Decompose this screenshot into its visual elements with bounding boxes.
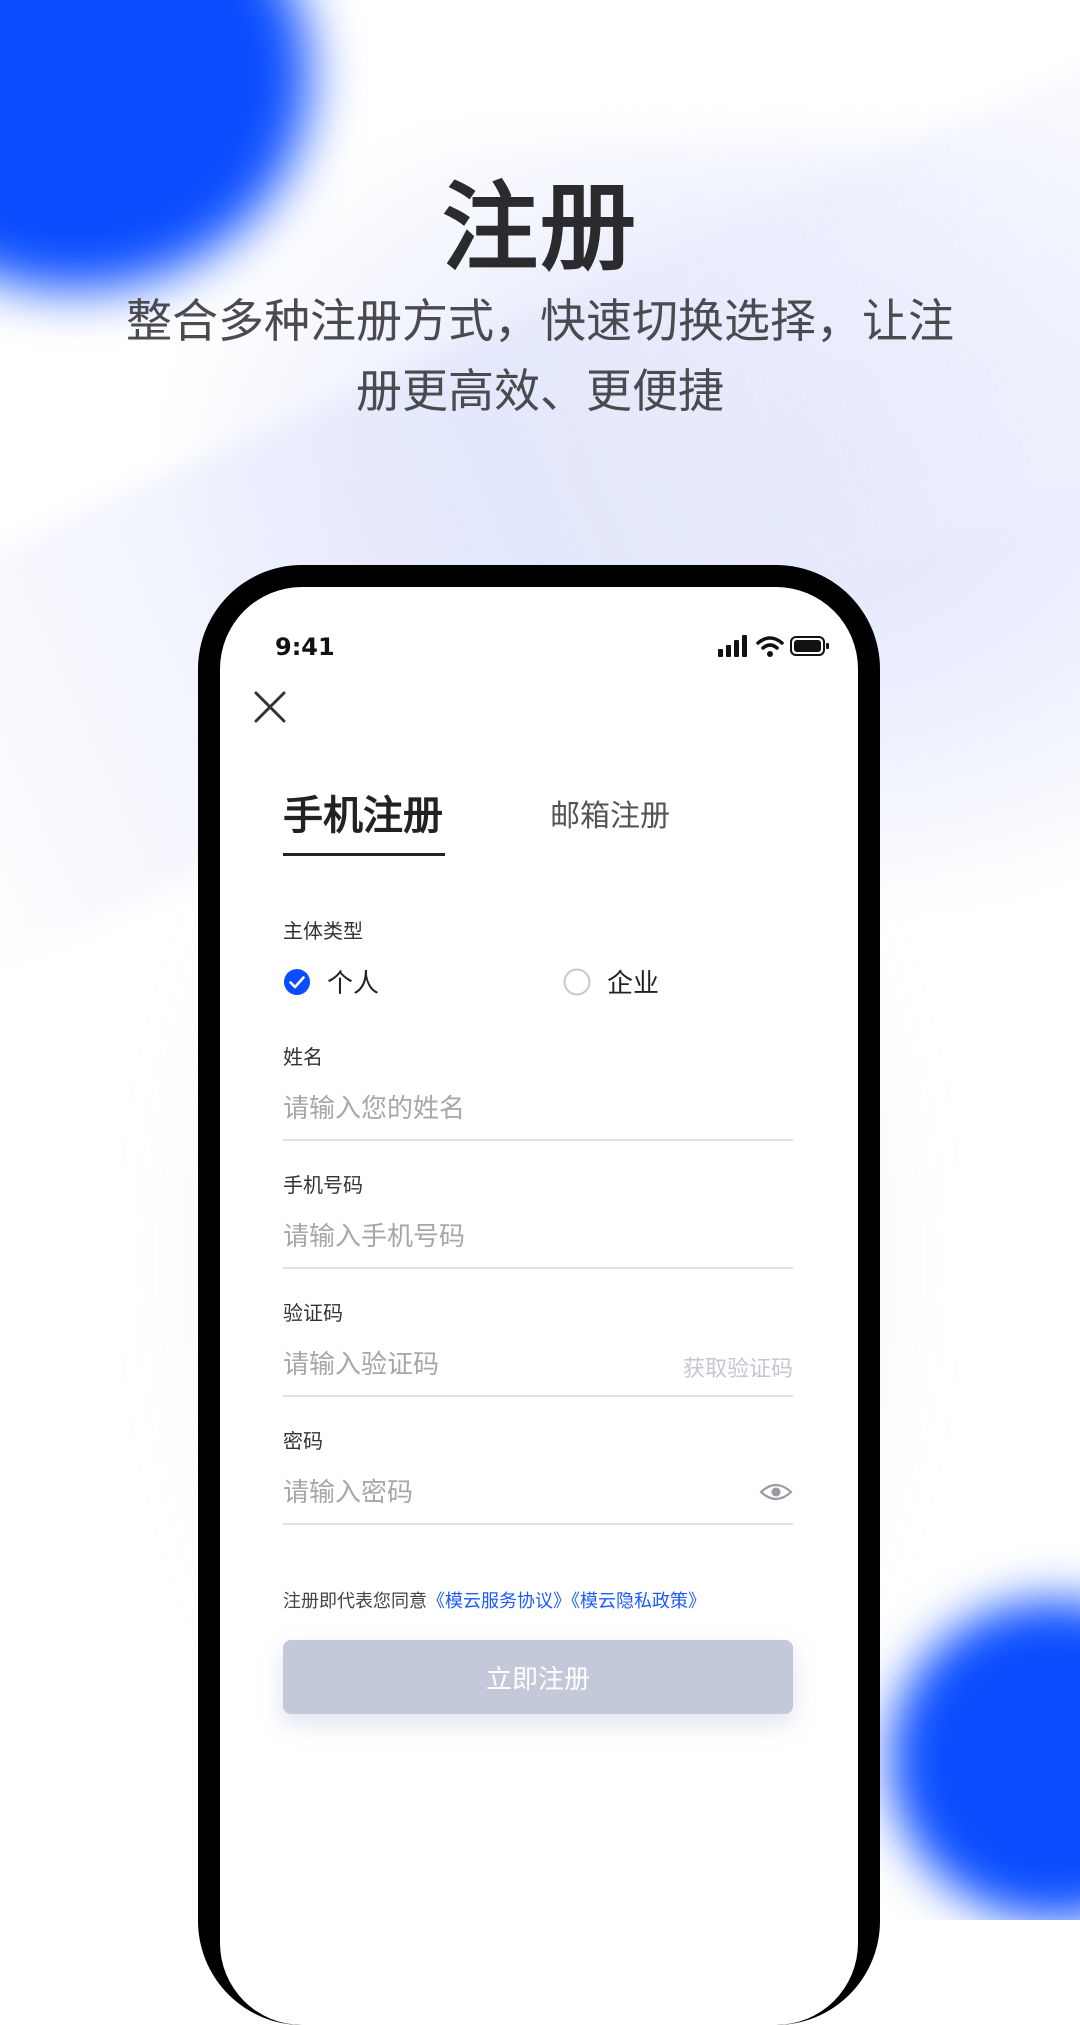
phone-field	[283, 1211, 793, 1269]
status-icons	[718, 635, 829, 657]
hero-subtitle-line-1: 整合多种注册方式，快速切换选择，让注	[126, 294, 954, 348]
battery-icon	[790, 636, 829, 656]
wifi-icon	[756, 636, 784, 657]
hero-subtitle: 整合多种注册方式，快速切换选择，让注 册更高效、更便捷	[100, 286, 980, 426]
tab-email-register[interactable]: 邮箱注册	[550, 791, 670, 835]
register-button[interactable]: 立即注册	[283, 1640, 793, 1714]
radio-enterprise[interactable]: 企业	[563, 963, 659, 1000]
status-time: 9:41	[275, 633, 335, 661]
eye-icon[interactable]	[759, 1481, 793, 1503]
code-field: 获取验证码	[283, 1339, 793, 1397]
hero-title: 注册	[442, 172, 638, 284]
close-icon	[254, 691, 286, 723]
phone-input[interactable]	[283, 1215, 663, 1259]
checked-circle-icon	[284, 968, 310, 995]
signal-icon	[718, 635, 747, 657]
get-code-button[interactable]: 获取验证码	[683, 1351, 793, 1383]
name-field	[283, 1083, 793, 1141]
phone-screen: 9:41 手机注册 邮箱注册 主体类型 个人 企业 姓名 请输入您的姓名 手机号…	[220, 587, 858, 2025]
radio-enterprise-label: 企业	[607, 969, 660, 999]
phone-mockup: 9:41 手机注册 邮箱注册 主体类型 个人 企业 姓名 请输入您的姓名 手机号…	[198, 565, 880, 2025]
name-input[interactable]	[283, 1087, 663, 1131]
agreement-prefix: 注册即代表您同意	[283, 1591, 427, 1612]
password-input[interactable]	[283, 1471, 663, 1515]
phone-label: 手机号码	[283, 1173, 363, 1197]
radio-personal[interactable]: 个人	[283, 963, 379, 1000]
password-label: 密码	[283, 1429, 323, 1453]
tab-phone-register[interactable]: 手机注册	[283, 783, 445, 856]
service-agreement-link[interactable]: 《模云服务协议》	[427, 1591, 571, 1612]
hero-subtitle-line-2: 册更高效、更便捷	[356, 364, 724, 418]
agreement-text: 注册即代表您同意《模云服务协议》《模云隐私政策》	[283, 1587, 706, 1613]
privacy-policy-link[interactable]: 《模云隐私政策》	[571, 1591, 706, 1612]
code-input[interactable]	[283, 1343, 663, 1387]
password-field	[283, 1467, 793, 1525]
entity-type-label: 主体类型	[283, 919, 363, 943]
unchecked-circle-icon	[563, 968, 591, 995]
code-label: 验证码	[283, 1301, 343, 1325]
name-label: 姓名	[283, 1045, 323, 1069]
close-button[interactable]	[240, 677, 300, 737]
radio-personal-label: 个人	[327, 969, 380, 999]
